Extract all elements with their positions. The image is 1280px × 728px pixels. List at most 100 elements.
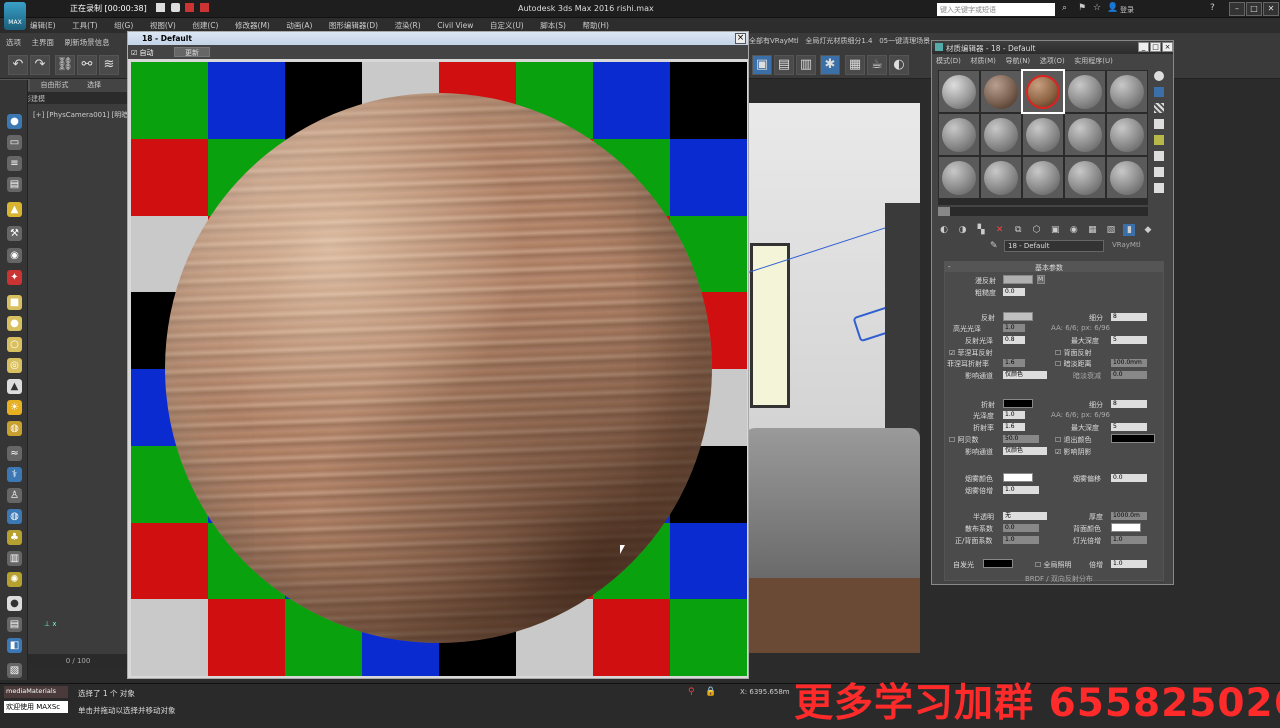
ior-field[interactable]: 1.6 (1003, 423, 1025, 431)
update-button[interactable]: 更新 (174, 47, 210, 57)
material-slot[interactable] (939, 114, 979, 155)
material-slot[interactable] (1065, 157, 1105, 198)
menu-tools[interactable]: 工具(T) (72, 18, 97, 33)
mated-menu-material[interactable]: 材质(M) (970, 56, 996, 66)
material-slot[interactable] (1023, 157, 1063, 198)
material-slot[interactable] (981, 71, 1021, 112)
teapot-icon[interactable]: ☕ (867, 55, 887, 75)
options-icon[interactable] (1154, 167, 1164, 177)
foliage-icon[interactable]: ♣ (7, 530, 22, 545)
refract-subdivs-field[interactable]: 8 (1111, 400, 1147, 408)
undo-icon[interactable]: ↶ (8, 55, 28, 75)
ribbon-tab-options[interactable]: 选项 (6, 37, 21, 48)
stop-icon[interactable] (156, 3, 165, 12)
material-slot[interactable] (1107, 114, 1147, 155)
sphere-icon[interactable]: ● (7, 316, 22, 331)
biped-icon[interactable]: ♙ (7, 488, 22, 503)
maximize-button[interactable]: □ (1246, 2, 1262, 16)
x-coordinate[interactable]: X: 6395.658m (740, 688, 790, 696)
fog-multiplier-field[interactable]: 1.0 (1003, 486, 1039, 494)
mated-menu-options[interactable]: 选项(O) (1040, 56, 1065, 66)
favorites-icon[interactable]: ☆ (1093, 3, 1101, 13)
dim-distance-field[interactable]: 100.0mm (1111, 359, 1147, 367)
light-icon[interactable]: ◉ (7, 248, 22, 263)
ribbon-tab-main[interactable]: 主界面 (32, 37, 55, 48)
material-slot[interactable] (1107, 71, 1147, 112)
camera-icon[interactable] (170, 3, 180, 12)
render-production-icon[interactable]: ▥ (796, 55, 816, 75)
rollout-header[interactable]: - 基本参数 (945, 262, 1163, 272)
subtab-selection[interactable]: 选择 (79, 79, 109, 91)
spacewarp-icon[interactable]: ≈ (7, 446, 22, 461)
link-icon[interactable]: ⛓ (55, 55, 75, 75)
affect-channels-dropdown[interactable]: 仅颜色 (1003, 371, 1047, 379)
close-button[interactable]: ✕ (1263, 2, 1279, 16)
uv-tiling-icon[interactable] (1154, 119, 1164, 129)
pause-icon[interactable] (185, 3, 195, 12)
assign-material-icon[interactable]: ▚ (975, 224, 987, 236)
affect-shadows-checkbox[interactable]: ☑ 影响阴影 (1055, 447, 1092, 457)
abbe-checkbox[interactable]: ☐ 阿贝数 (949, 435, 979, 445)
light-mult-field[interactable]: 1.0 (1111, 536, 1147, 544)
refract-max-depth-field[interactable]: 5 (1111, 423, 1147, 431)
material-slot-active[interactable] (1021, 69, 1065, 114)
hierarchy-icon[interactable]: ≡ (7, 156, 22, 171)
reflect-color-swatch[interactable] (1003, 312, 1033, 321)
user-icon[interactable]: 👤 (1107, 3, 1118, 13)
fresnel-ior-field[interactable]: 1.6 (1003, 359, 1025, 367)
subtab-freeform[interactable]: 自由形式 (33, 79, 77, 91)
rendered-frame-icon[interactable]: ▤ (774, 55, 794, 75)
mated-menu-mode[interactable]: 模式(D) (936, 56, 961, 66)
communication-icon[interactable]: ⚑ (1078, 3, 1086, 13)
material-slot[interactable] (981, 114, 1021, 155)
translucency-dropdown[interactable]: 无 (1003, 512, 1047, 520)
select-by-material-icon[interactable] (1154, 183, 1164, 193)
exit-color-checkbox[interactable]: ☐ 退出颜色 (1055, 435, 1092, 445)
cone-icon[interactable]: ▲ (7, 379, 22, 394)
max-depth-field[interactable]: 5 (1111, 336, 1147, 344)
bone-icon[interactable]: ⚕ (7, 467, 22, 482)
go-to-parent-icon[interactable]: ▮ (1123, 224, 1136, 236)
make-preview-icon[interactable] (1154, 151, 1164, 161)
menu-edit[interactable]: 编辑(E) (30, 18, 56, 33)
refract-affect-channels-dropdown[interactable]: 仅颜色 (1003, 447, 1047, 455)
search-input[interactable]: 键入关键字或短语 (937, 3, 1055, 16)
exit-color-swatch[interactable] (1111, 434, 1155, 443)
script-icon[interactable]: ▤ (7, 617, 22, 632)
render-iterative-icon[interactable]: ✱ (820, 55, 840, 75)
sun-icon[interactable]: ☀ (7, 400, 22, 415)
gi-checkbox[interactable]: ☐ 全局照明 (1035, 560, 1072, 570)
glossiness-field[interactable]: 1.0 (1003, 411, 1025, 419)
copy-material-icon[interactable]: ⧉ (1012, 224, 1024, 236)
ribbon-label-clean-scene[interactable]: 05一键清理场景 (879, 37, 930, 45)
fwd-bck-field[interactable]: 1.0 (1003, 536, 1039, 544)
help-icon[interactable]: ? (1210, 3, 1215, 13)
create-icon[interactable]: ● (7, 114, 22, 129)
geosphere-icon[interactable]: ● (7, 596, 22, 611)
mated-close-button[interactable]: × (1162, 42, 1173, 52)
background-icon[interactable] (1154, 103, 1164, 113)
preview-close-button[interactable]: × (735, 33, 746, 44)
redo-icon[interactable]: ↷ (30, 55, 50, 75)
slots-scrollbar[interactable] (938, 207, 1148, 216)
unlink-icon[interactable]: ⚯ (77, 55, 97, 75)
subdivs-field[interactable]: 8 (1111, 313, 1147, 321)
scrollbar-thumb[interactable] (938, 207, 950, 216)
dim-falloff-field[interactable]: 0.0 (1111, 371, 1147, 379)
utilities-icon[interactable]: ⚒ (7, 226, 22, 241)
material-slot[interactable] (939, 157, 979, 198)
material-slot[interactable] (939, 71, 979, 112)
app-logo[interactable]: MAX (4, 2, 26, 30)
sample-type-icon[interactable] (1154, 71, 1164, 81)
minimize-button[interactable]: – (1229, 2, 1245, 16)
motion-icon[interactable]: ▤ (7, 177, 22, 192)
display-icon[interactable]: ▲ (7, 202, 22, 217)
lock-icon[interactable]: 🔒 (705, 687, 716, 697)
back-reflect-checkbox[interactable]: ☐ 背面反射 (1055, 348, 1092, 358)
put-to-scene-icon[interactable]: ◑ (957, 224, 969, 236)
dim-distance-checkbox[interactable]: ☐ 暗淡距离 (1055, 359, 1092, 369)
reset-map-icon[interactable]: ✕ (994, 224, 1006, 236)
backlight-icon[interactable] (1154, 87, 1164, 97)
mated-minimize-button[interactable]: _ (1138, 42, 1149, 52)
get-material-icon[interactable]: ◐ (938, 224, 950, 236)
